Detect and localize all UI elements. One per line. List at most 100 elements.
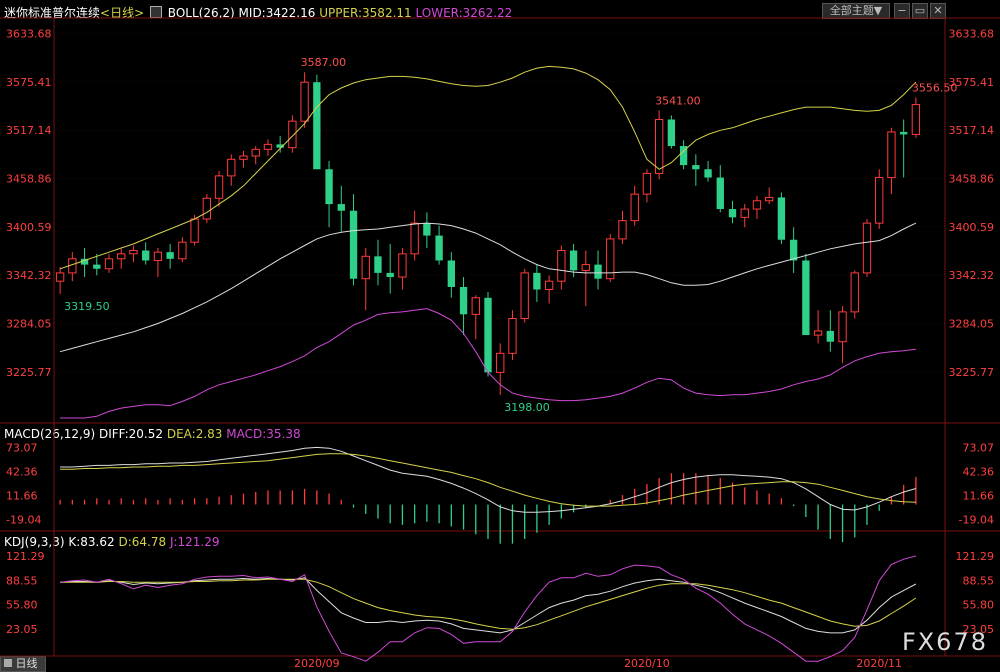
high-annotation: 3541.00 [655, 94, 701, 107]
right-tick-label: 3342.32 [949, 269, 995, 282]
macd-left-tick: 11.66 [6, 489, 38, 502]
candle-body [251, 148, 260, 157]
candle-body [435, 235, 443, 261]
candle-body [386, 272, 394, 278]
candle-body [618, 220, 627, 240]
left-tick-label: 3225.77 [6, 366, 52, 379]
left-tick-label: 3633.68 [6, 28, 52, 41]
date-label: 2020/10 [624, 657, 670, 670]
candle-body [667, 119, 676, 147]
candle-body [410, 222, 419, 255]
candle-body [911, 104, 921, 135]
date-label: 2020/11 [856, 657, 902, 670]
candle-body [813, 330, 823, 336]
candle-body [777, 197, 786, 240]
candle-body [142, 250, 150, 261]
candle-body [630, 193, 639, 222]
candle-body [569, 250, 578, 271]
candle-body [508, 318, 517, 354]
candle-body [104, 258, 114, 270]
candle-body [190, 218, 199, 243]
macd-diff-line [60, 446, 917, 513]
candle-body [728, 209, 737, 218]
kdj-left-tick: 88.55 [6, 574, 38, 587]
candle-body [654, 119, 664, 174]
kdj-right-tick: 55.80 [963, 599, 995, 612]
right-tick-label: 3633.68 [949, 28, 995, 41]
candle-body [789, 239, 798, 261]
candle-body [447, 260, 455, 287]
candle-body [459, 286, 468, 315]
candle-body [544, 280, 554, 290]
right-tick-label: 3284.05 [949, 317, 995, 330]
right-tick-label: 3400.59 [949, 221, 995, 234]
candle-body [178, 241, 187, 260]
candle-body [214, 175, 224, 199]
kdj-right-tick: 121.29 [956, 550, 995, 563]
candle-body [716, 177, 724, 210]
candle-body [117, 253, 126, 260]
right-tick-label: 3517.14 [949, 124, 995, 137]
candle-body [313, 82, 321, 170]
candle-body [153, 251, 163, 261]
candle-body [850, 272, 859, 313]
candle-body [166, 252, 174, 259]
right-tick-label: 3458.86 [949, 172, 995, 185]
left-tick-label: 3458.86 [6, 172, 52, 185]
low-annotation: 3198.00 [504, 401, 550, 414]
candle-body [227, 158, 236, 177]
candle-body [802, 260, 810, 336]
candle-body [557, 250, 566, 282]
low-annotation: 3319.50 [64, 300, 110, 313]
right-tick-label: 3225.77 [949, 366, 995, 379]
candle-body [765, 196, 774, 202]
high-annotation: 3587.00 [301, 56, 347, 69]
candle-body [239, 155, 248, 160]
candle-body [93, 264, 101, 269]
macd-left-tick: -19.04 [6, 513, 41, 526]
macd-right-tick: -19.04 [959, 513, 994, 526]
high-annotation: 3556.50 [912, 82, 958, 95]
candle-body [899, 131, 908, 135]
candle-body [55, 272, 65, 282]
left-tick-label: 3284.05 [6, 317, 52, 330]
candle-body [129, 250, 138, 255]
left-tick-label: 3517.14 [6, 124, 52, 137]
candle-body [838, 311, 847, 343]
candle-body [423, 223, 431, 236]
candle-body [740, 208, 749, 218]
candle-body [349, 210, 358, 279]
macd-left-tick: 73.07 [6, 441, 38, 454]
candle-body [484, 297, 492, 373]
left-tick-label: 3342.32 [6, 269, 52, 282]
candle-body [263, 143, 273, 150]
candle-body [752, 200, 762, 210]
candle-body [337, 204, 345, 211]
candle-body [581, 264, 590, 271]
candle-body [862, 222, 872, 274]
candle-body [594, 264, 602, 279]
macd-right-tick: 73.07 [963, 441, 995, 454]
candle-body [496, 352, 505, 373]
candle-body [887, 131, 896, 179]
kdj-left-tick: 55.80 [6, 599, 38, 612]
candle-body [533, 272, 541, 290]
kdj-j-line [60, 555, 917, 662]
macd-right-tick: 11.66 [963, 489, 995, 502]
candle-body [202, 197, 211, 220]
candle-body [704, 169, 712, 178]
candle-body [520, 272, 529, 320]
candle-body [826, 330, 834, 342]
candle-body [300, 81, 309, 122]
candle-body [361, 255, 370, 280]
kdj-d-line [60, 578, 917, 630]
watermark: FX678 [902, 628, 988, 656]
macd-dea-line [60, 453, 916, 507]
candle-body [692, 165, 700, 170]
date-label: 2020/09 [294, 657, 340, 670]
candle-body [374, 256, 382, 273]
left-tick-label: 3575.41 [6, 76, 52, 89]
chart-canvas[interactable]: 3633.68 3633.683575.41 3575.413517.14 3517.… [0, 0, 1000, 671]
candle-body [875, 177, 884, 224]
macd-left-tick: 42.36 [6, 465, 38, 478]
